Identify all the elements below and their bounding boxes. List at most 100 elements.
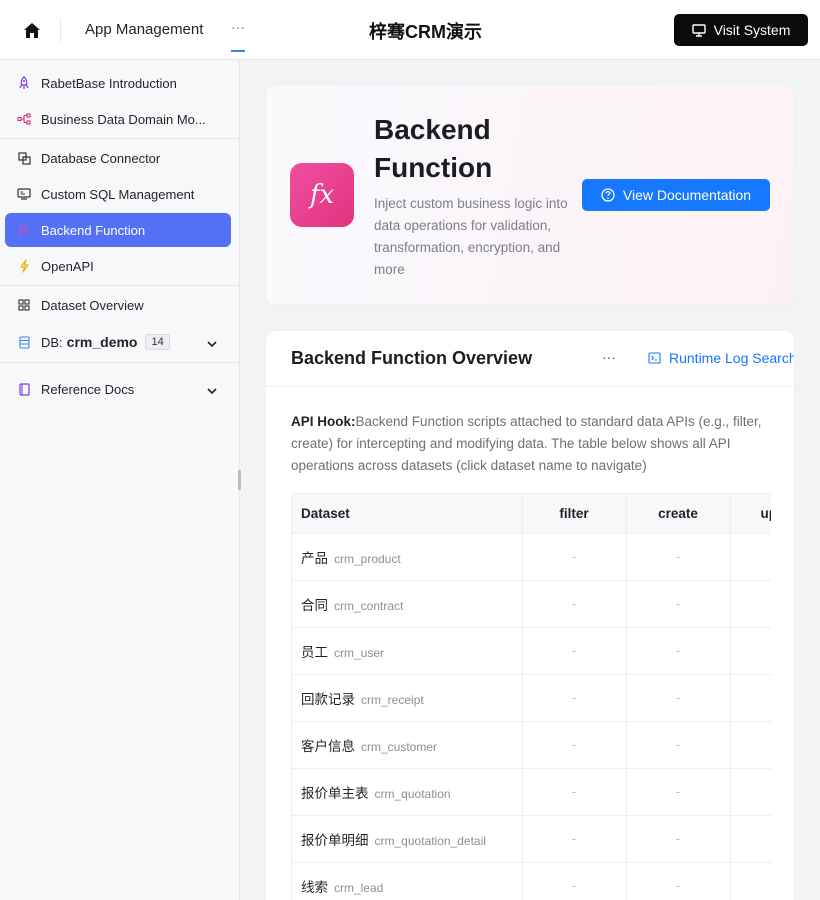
- view-documentation-label: View Documentation: [622, 187, 752, 203]
- app-management-link[interactable]: App Management: [85, 21, 203, 38]
- update-cell: [730, 815, 771, 863]
- dataset-cell[interactable]: 报价单明细 crm_quotation_detail: [292, 815, 523, 863]
- sidebar-item-custom-sql[interactable]: Custom SQL Management: [5, 177, 231, 211]
- dataset-code: crm_lead: [334, 880, 384, 895]
- runtime-log-search-link[interactable]: Runtime Log Search: [648, 350, 794, 366]
- filter-cell: -: [522, 580, 627, 628]
- overview-header: Backend Function Overview ··· Runtime Lo…: [266, 331, 794, 387]
- update-cell: [730, 674, 771, 722]
- create-cell: -: [626, 627, 731, 675]
- sidebar-item-label: Database Connector: [41, 150, 161, 166]
- update-cell: [730, 768, 771, 816]
- chevron-down-icon[interactable]: [207, 336, 217, 351]
- sidebar-item-label: Reference Docs: [41, 381, 135, 397]
- monitor-icon: [691, 23, 706, 37]
- table-row: 员工 crm_user - -: [292, 627, 771, 675]
- top-bar: App Management ··· 梓骞CRM演示 Visit System: [0, 0, 820, 60]
- dataset-cell[interactable]: 回款记录 crm_receipt: [292, 674, 523, 722]
- overview-more-button[interactable]: ···: [602, 349, 616, 365]
- sidebar-item-dataset-overview[interactable]: Dataset Overview: [5, 288, 231, 322]
- sidebar-item-rabetbase-introduction[interactable]: RabetBase Introduction: [5, 66, 231, 100]
- dataset-code: crm_customer: [361, 739, 438, 754]
- table-row: 客户信息 crm_customer - -: [292, 721, 771, 769]
- dataset-name-link[interactable]: 报价单明细: [301, 833, 369, 848]
- dataset-name-link[interactable]: 合同: [301, 598, 328, 613]
- column-header-create: create: [626, 494, 731, 534]
- update-cell: [730, 627, 771, 675]
- update-cell: [730, 580, 771, 628]
- dataset-name-link[interactable]: 产品: [301, 551, 328, 566]
- sidebar-item-database-connector[interactable]: Database Connector: [5, 141, 231, 175]
- page-title: Backend Function: [374, 114, 493, 183]
- filter-cell: -: [522, 815, 627, 863]
- dataset-cell[interactable]: 合同 crm_contract: [292, 580, 523, 628]
- sidebar-item-label: Backend Function: [41, 222, 146, 238]
- table-row: 报价单主表 crm_quotation - -: [292, 768, 771, 816]
- network-icon: [17, 112, 31, 126]
- sidebar-item-label: Custom SQL Management: [41, 186, 195, 202]
- sidebar-item-business-data-domain[interactable]: Business Data Domain Mo...: [5, 102, 231, 136]
- db-name: crm_demo: [66, 334, 138, 350]
- dataset-name-link[interactable]: 员工: [301, 645, 328, 660]
- dataset-cell[interactable]: 报价单主表 crm_quotation: [292, 768, 523, 816]
- book-icon: [17, 382, 31, 396]
- sidebar-item-label: Dataset Overview: [41, 297, 144, 313]
- dataset-cell[interactable]: 线索 crm_lead: [292, 862, 523, 900]
- sidebar-divider: [0, 138, 240, 139]
- sidebar-item-reference-docs[interactable]: Reference Docs: [5, 372, 231, 406]
- create-cell: -: [626, 862, 731, 900]
- sidebar-item-openapi[interactable]: OpenAPI: [5, 249, 231, 283]
- dataset-cell[interactable]: 客户信息 crm_customer: [292, 721, 523, 769]
- dataset-code: crm_quotation: [374, 786, 451, 801]
- sidebar-item-db-crm-demo[interactable]: DB: crm_demo 14: [5, 325, 231, 359]
- dataset-name-link[interactable]: 报价单主表: [301, 786, 369, 801]
- dataset-code: crm_receipt: [361, 692, 424, 707]
- sidebar-divider: [0, 285, 240, 286]
- dataset-code: crm_product: [334, 551, 401, 566]
- table-header-row: Dataset filter create up: [292, 494, 771, 534]
- dataset-code: crm_user: [334, 645, 385, 660]
- hero-card: fx Backend Function Inject custom busine…: [265, 84, 795, 305]
- more-menu-tab[interactable]: ···: [226, 14, 250, 60]
- update-cell: [730, 533, 771, 581]
- sidebar-resize-handle[interactable]: [238, 470, 241, 490]
- api-operations-table: Dataset filter create up 产品crm_product--…: [291, 493, 771, 900]
- visit-system-button[interactable]: Visit System: [674, 14, 808, 46]
- table-row: 合同 crm_contract - -: [292, 580, 771, 628]
- dataset-cell[interactable]: 员工 crm_user: [292, 627, 523, 675]
- filter-cell: -: [522, 674, 627, 722]
- lightning-icon: [17, 259, 31, 273]
- table-row: 线索 crm_lead - -: [292, 862, 771, 900]
- dataset-name-link[interactable]: 线索: [301, 880, 328, 895]
- sidebar-item-backend-function[interactable]: fx Backend Function: [5, 213, 231, 247]
- create-cell: -: [626, 721, 731, 769]
- chevron-down-icon[interactable]: [207, 383, 217, 398]
- create-cell: -: [626, 580, 731, 628]
- visit-system-label: Visit System: [713, 22, 791, 38]
- overview-title: Backend Function Overview: [291, 348, 533, 368]
- database-icon: [17, 335, 31, 349]
- create-cell: -: [626, 674, 731, 722]
- api-hook-label: API Hook:: [291, 414, 356, 429]
- update-cell: [730, 721, 771, 769]
- overview-card: Backend Function Overview ··· Runtime Lo…: [265, 330, 795, 900]
- create-cell: -: [626, 533, 731, 581]
- table-row: 回款记录 crm_receipt - -: [292, 674, 771, 722]
- filter-cell: -: [522, 862, 627, 900]
- column-header-filter: filter: [522, 494, 627, 534]
- view-documentation-button[interactable]: View Documentation: [582, 179, 770, 211]
- sidebar-divider: [0, 362, 240, 363]
- filter-cell: -: [522, 721, 627, 769]
- filter-cell: -: [522, 768, 627, 816]
- dataset-cell[interactable]: 产品 crm_product: [292, 533, 523, 581]
- dataset-name-link[interactable]: 客户信息: [301, 739, 355, 754]
- grid-icon: [17, 298, 31, 312]
- update-cell: [730, 862, 771, 900]
- header-divider: [60, 18, 61, 42]
- create-cell: -: [626, 768, 731, 816]
- page-description: Inject custom business logic into data o…: [374, 196, 568, 277]
- home-button[interactable]: [18, 16, 46, 44]
- app-title: 梓骞CRM演示: [369, 22, 482, 42]
- dataset-name-link[interactable]: 回款记录: [301, 692, 355, 707]
- db-prefix: DB:: [41, 334, 63, 350]
